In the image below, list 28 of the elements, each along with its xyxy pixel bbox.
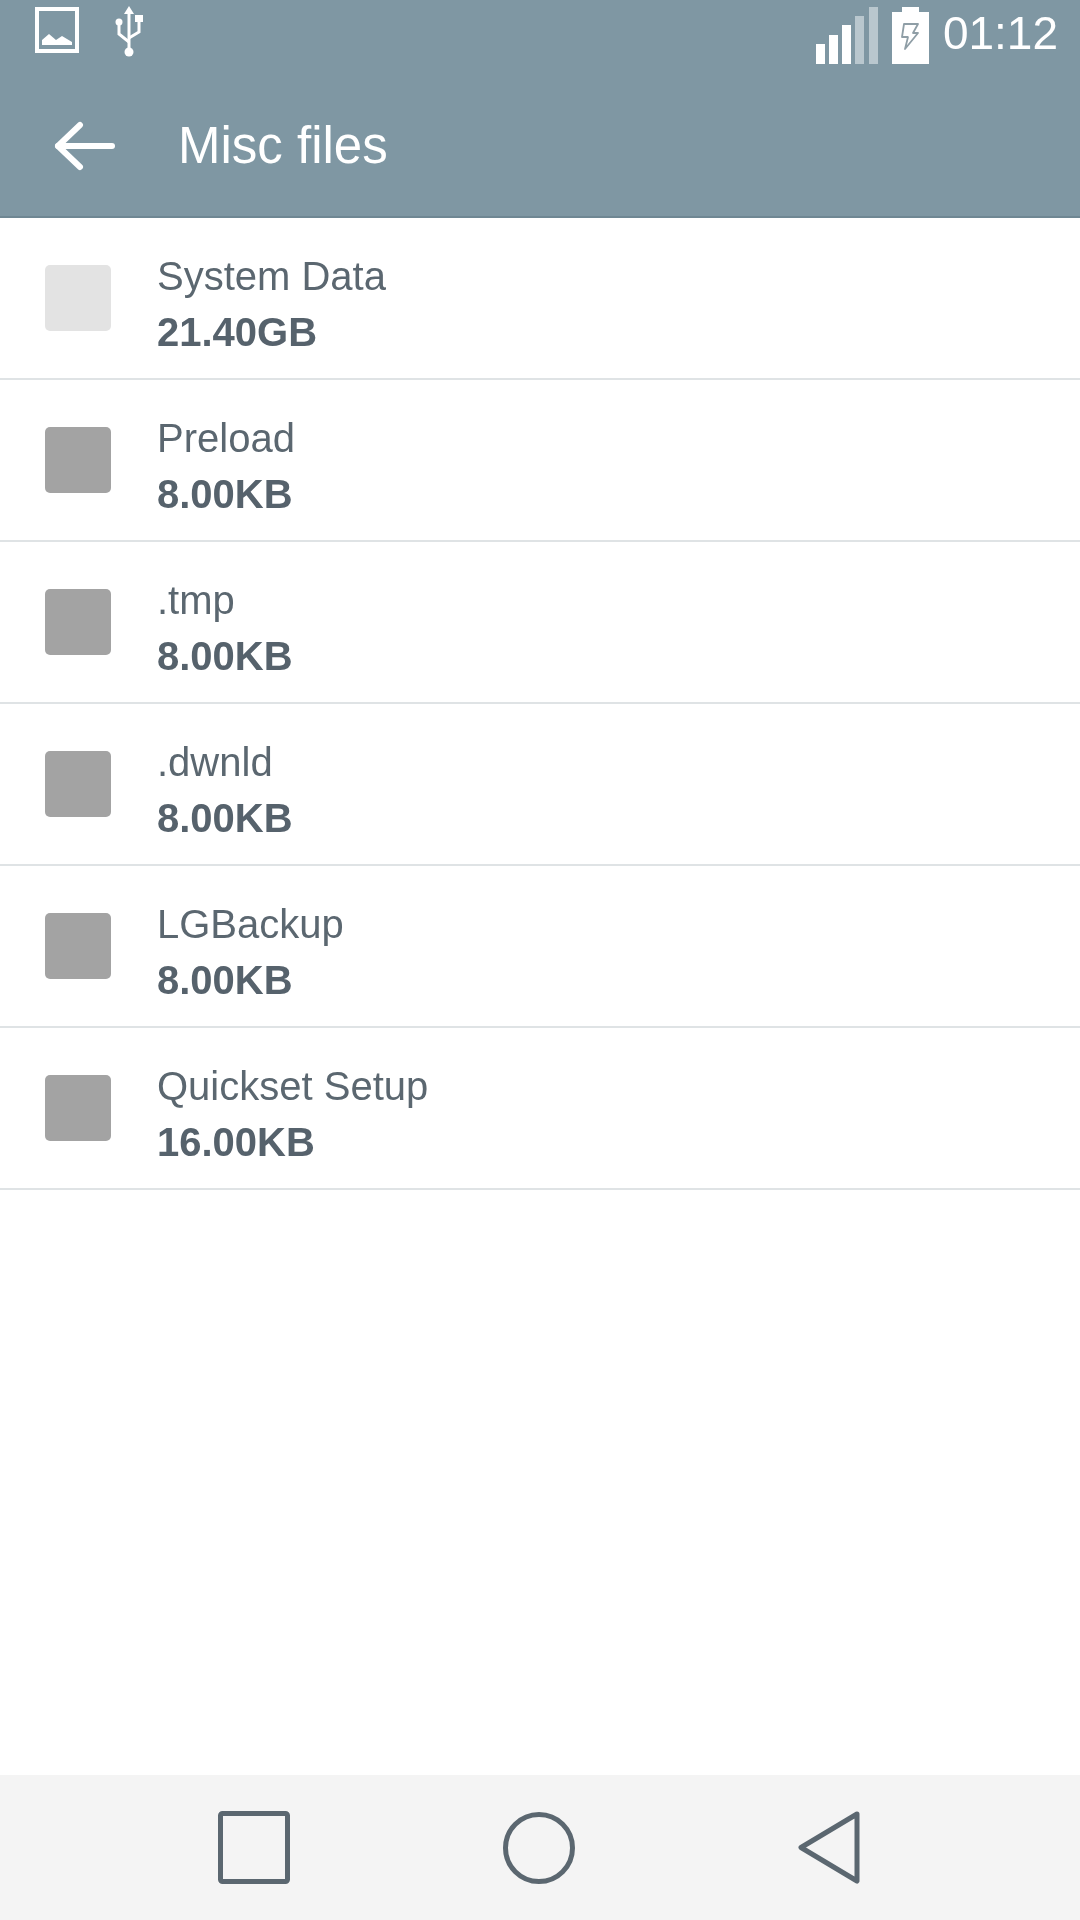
file-size: 8.00KB	[157, 795, 293, 841]
clock-time: 01:12	[942, 7, 1058, 59]
checkbox[interactable]	[45, 751, 111, 817]
file-name: .dwnld	[157, 739, 274, 785]
page-title: Misc files	[178, 116, 388, 176]
file-name: .tmp	[157, 577, 236, 623]
usb-icon	[114, 5, 144, 57]
square-icon	[218, 1811, 290, 1884]
image-icon	[35, 7, 79, 53]
file-size: 8.00KB	[157, 471, 294, 517]
triangle-back-icon	[797, 1811, 861, 1884]
file-size: 16.00KB	[157, 1119, 316, 1165]
home-button[interactable]	[503, 1811, 575, 1884]
checkbox[interactable]	[45, 913, 111, 979]
recent-apps-button[interactable]	[218, 1811, 290, 1884]
signal-icon	[815, 6, 878, 64]
file-name: Quickset Setup	[157, 1063, 429, 1109]
file-name: Preload	[157, 415, 295, 461]
file-name: LGBackup	[157, 901, 344, 947]
checkbox[interactable]	[45, 589, 111, 655]
file-size: 8.00KB	[157, 633, 293, 679]
checkbox[interactable]	[45, 1075, 111, 1141]
checkbox[interactable]	[45, 427, 111, 493]
file-size: 21.40GB	[157, 309, 319, 355]
file-size: 8.00KB	[157, 957, 294, 1003]
battery-charging-icon	[891, 6, 929, 64]
circle-icon	[503, 1811, 575, 1884]
file-name: System Data	[157, 253, 386, 299]
